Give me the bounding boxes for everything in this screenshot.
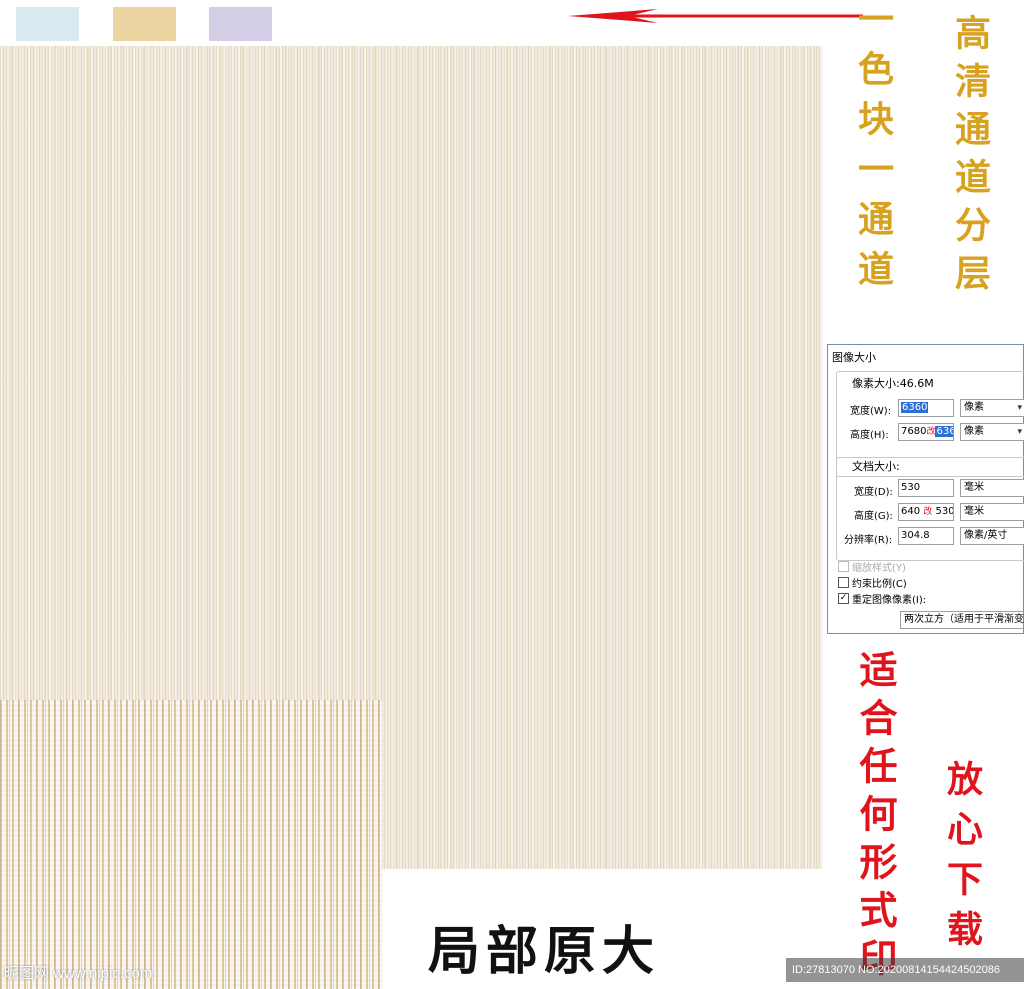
width-label: 宽度(W):	[850, 406, 892, 417]
chevron-down-icon: ▾	[1017, 403, 1022, 413]
height-label: 高度(H):	[850, 430, 889, 441]
swatch-gold	[113, 7, 176, 41]
doc-height-unit-select[interactable]: 毫米	[960, 503, 1024, 521]
height-input[interactable]: 7680改6360	[898, 423, 954, 441]
watermark-left: 昵图网 www.nipic.com	[4, 965, 153, 982]
height-unit-select[interactable]: 像素 ▾	[960, 423, 1024, 441]
width-unit-select[interactable]: 像素 ▾	[960, 399, 1024, 417]
swatch-lavender	[209, 7, 272, 41]
doc-width-unit-select[interactable]: 毫米	[960, 479, 1024, 497]
layers-caption: 高清通道分层	[949, 14, 991, 302]
resample-checkbox[interactable]: ✓ 重定图像像素(I):	[838, 591, 926, 606]
checkmark-icon: ✓	[838, 593, 849, 604]
chevron-down-icon: ▾	[1017, 427, 1022, 437]
swatch-blue	[16, 7, 79, 41]
checkbox-box	[838, 577, 849, 588]
resample-label: 重定图像像素(I):	[852, 595, 927, 606]
download-caption: 放心下载	[941, 760, 983, 960]
resolution-input[interactable]: 304.8	[898, 527, 954, 545]
doc-width-label: 宽度(D):	[854, 487, 893, 498]
doc-height-label: 高度(G):	[854, 511, 893, 522]
print-caption: 适合任何形式印	[853, 650, 898, 986]
resample-method-select[interactable]: 两次立方（适用于平滑渐变）	[900, 611, 1024, 629]
dialog-title: 图像大小	[832, 351, 876, 364]
doc-group-label: 文档大小:	[850, 458, 902, 474]
watermark-right: ID:27813070 NO:20200814154424502086	[786, 958, 1024, 982]
resolution-unit-select[interactable]: 像素/英寸	[960, 527, 1024, 545]
scale-styles-label: 缩放样式(Y)	[852, 563, 906, 574]
detail-caption: 局部原大	[428, 921, 661, 982]
texture-zoom-detail	[0, 700, 382, 989]
image-size-dialog: 图像大小 像素大小:46.6M 宽度(W): 6360 像素 ▾ 高度(H): 7…	[827, 344, 1024, 634]
scale-styles-checkbox[interactable]: 缩放样式(Y)	[838, 559, 906, 574]
constrain-label: 约束比例(C)	[852, 579, 907, 590]
checkbox-box	[838, 561, 849, 572]
resolution-label: 分辨率(R):	[844, 535, 893, 546]
channel-caption: 一色块一通道	[852, 0, 894, 300]
doc-width-input[interactable]: 530	[898, 479, 954, 497]
arrow-left-icon	[568, 9, 863, 23]
constrain-proportions-checkbox[interactable]: 约束比例(C)	[838, 575, 907, 590]
doc-height-input[interactable]: 640 改 530	[898, 503, 954, 521]
pixel-group-label: 像素大小:46.6M	[850, 375, 936, 391]
width-input[interactable]: 6360	[898, 399, 954, 417]
